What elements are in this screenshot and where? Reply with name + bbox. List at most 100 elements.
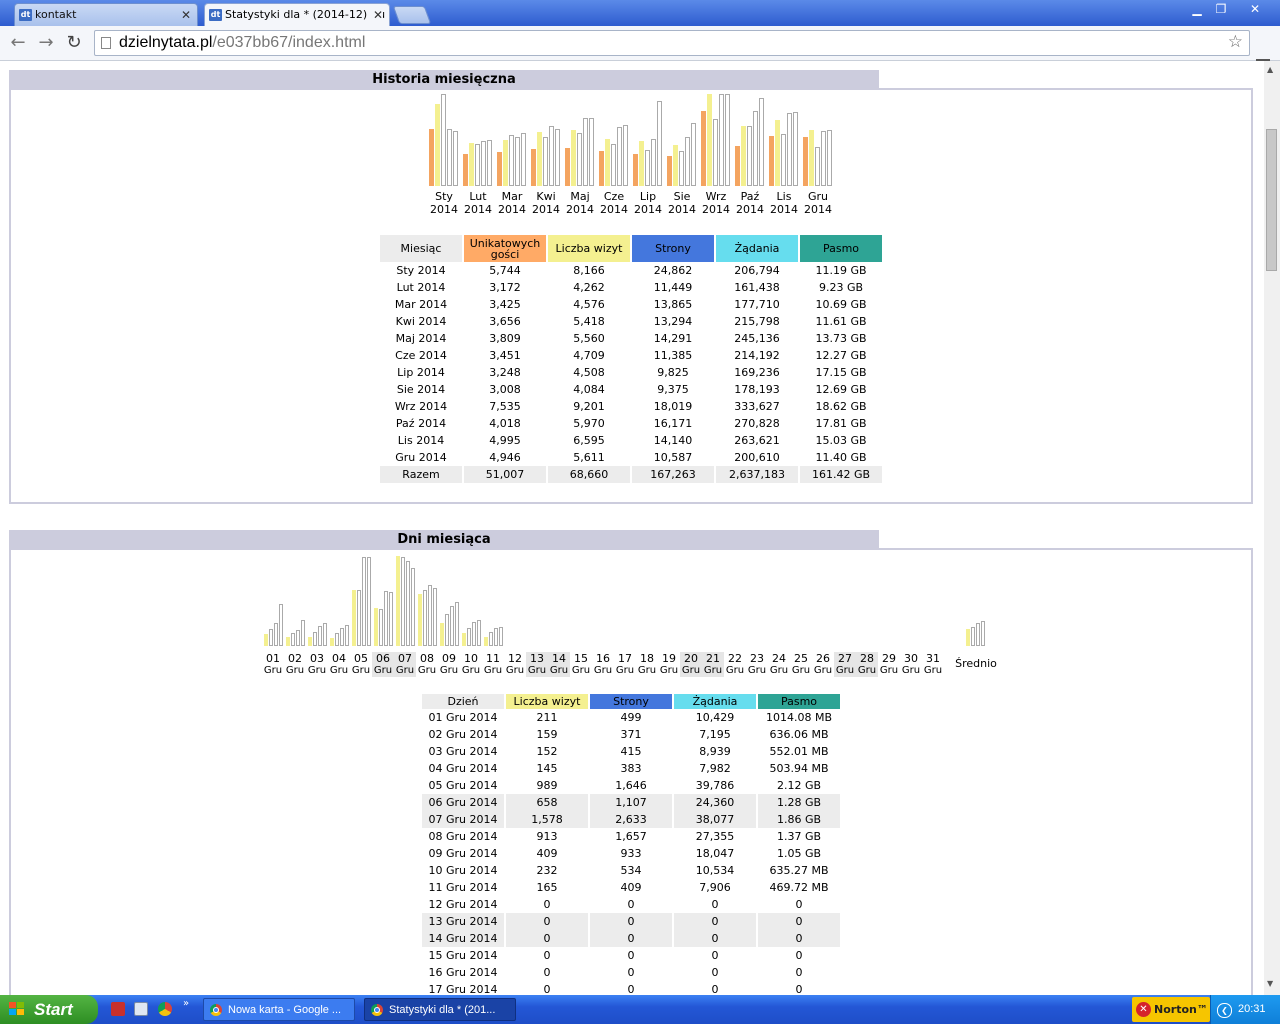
tab-kontakt[interactable]: dt kontakt ✕ [14,3,198,26]
close-window-icon[interactable]: ✕ [1238,0,1272,18]
quicklaunch-app-icon[interactable] [111,1002,125,1016]
table-cell: 7,535 [489,400,521,413]
table-cell: 503.94 MB [769,762,829,775]
chart-bar [497,152,502,186]
chart-year-label: 2014 [498,203,526,216]
table-cell: 2,633 [590,811,672,828]
scrollbar-thumb[interactable] [1266,129,1277,271]
quicklaunch-more-icon[interactable]: » [183,998,189,1009]
table-cell: 215,798 [734,315,780,328]
chart-year-label: 2014 [566,203,594,216]
total-cell: 167,263 [632,466,714,483]
taskbar-item-new-tab[interactable]: Nowa karta - Google ... [203,998,355,1021]
table-cell: 27,355 [695,830,735,843]
table-cell: 409 [620,881,642,894]
table-cell: 214,192 [734,349,780,362]
table-cell: 1,578 [506,811,588,828]
table-cell: 0 [758,930,840,947]
chart-bar [406,561,410,646]
table-cell: 13.73 GB [815,332,867,345]
bookmark-star-icon[interactable]: ☆ [1228,32,1243,52]
chart-year-label: 2014 [634,203,662,216]
table-row: 13 Gru 2014 0 0 0 0 [422,913,840,930]
daily-section-title: Dni miesiąca [9,530,879,548]
chart-bar [639,141,644,186]
site-favicon-icon: dt [209,9,222,21]
tray-expand-icon[interactable]: ❮ [1217,1003,1232,1018]
table-cell: 270,828 [734,417,780,430]
table-cell: 0 [711,983,719,995]
taskbar-clock[interactable]: 20:31 [1238,995,1266,1024]
chart-bar [345,625,349,646]
tab-strip: dt kontakt ✕ dt Statystyki dla * (2014-1… [0,0,1280,26]
chart-bar [340,628,344,646]
chart-bar [571,130,576,186]
scroll-up-icon[interactable]: ▲ [1267,65,1273,74]
table-cell: 4,946 [489,451,521,464]
chart-bar [453,131,458,186]
chart-bar [657,101,662,186]
table-total-row: Razem 51,007 68,660 167,263 2,637,183 161.42 … [380,466,882,483]
chart-bar [313,632,317,646]
chart-year-label: 2014 [736,203,764,216]
chart-bar [296,630,300,646]
back-arrow-icon[interactable]: ← [8,33,28,53]
average-label: Średnio [955,657,997,670]
table-cell: 5,970 [573,417,605,430]
chart-bar [418,594,422,646]
chart-bar [685,137,690,186]
chart-bar [269,629,273,646]
table-cell: 6,595 [573,434,605,447]
table-cell: 39,786 [695,779,735,792]
table-cell: 10,429 [695,711,735,724]
windows-flag-icon [9,1002,26,1017]
tab-statystyki[interactable]: dt Statystyki dla * (2014-12) - u ✕ [204,3,390,26]
chart-bar [323,623,327,646]
address-bar[interactable]: dzielnytata.pl/e037bb67/index.html ☆ [94,30,1250,56]
chart-bar [759,98,764,186]
taskbar-item-label: Statystyki dla * (201... [389,1004,496,1016]
table-cell: Lip 2014 [397,366,445,379]
table-cell: 4,262 [573,281,605,294]
total-cell: 51,007 [464,466,546,483]
table-cell: 989 [536,779,558,792]
start-button[interactable]: Start [0,995,98,1024]
scroll-down-icon[interactable]: ▼ [1267,979,1273,988]
chart-bar [447,129,452,186]
close-tab-icon[interactable]: ✕ [369,4,383,26]
table-cell: 169,236 [734,366,780,379]
chart-daymonth-label: Gru [769,665,789,676]
url-text[interactable]: dzielnytata.pl/e037bb67/index.html [119,34,365,52]
table-cell: 11.40 GB [815,451,867,464]
chart-year-label: 2014 [532,203,560,216]
chart-daymonth-label: Gru [307,665,327,676]
chart-bar [633,154,638,186]
new-tab-button[interactable] [392,6,432,24]
quicklaunch-chrome-icon[interactable] [158,1002,172,1016]
chart-bar [543,137,548,186]
table-cell: 0 [758,913,840,930]
table-row: 02 Gru 2014 159 371 7,195 636.06 MB [422,726,840,743]
table-cell: 3,248 [489,366,521,379]
close-tab-icon[interactable]: ✕ [181,4,191,26]
table-cell: 02 Gru 2014 [428,728,498,741]
norton-tray-button[interactable]: ✕ Norton™ [1132,997,1210,1022]
reload-icon[interactable]: ↻ [64,33,84,53]
chart-daymonth-label: Gru [263,665,283,676]
taskbar-item-statystyki[interactable]: Statystyki dla * (201... [364,998,516,1021]
table-row: 01 Gru 2014 211 499 10,429 1014.08 MB [422,709,840,726]
restore-icon[interactable]: ❐ [1208,0,1234,18]
forward-arrow-icon[interactable]: → [36,33,56,53]
chart-bar [477,620,481,646]
table-cell: 1,657 [615,830,647,843]
table-cell: 13,865 [653,298,693,311]
minimize-icon[interactable]: ▁ [1184,0,1210,18]
chart-month-label: Lut [469,190,487,203]
table-cell: 14,140 [653,434,693,447]
table-cell: 18,047 [695,847,735,860]
chart-daymonth-label: Gru [923,665,943,676]
table-row: Paź 2014 4,018 5,970 16,171 270,828 17.81 GB [380,415,882,432]
table-row: 14 Gru 2014 0 0 0 0 [422,930,840,947]
vertical-scrollbar[interactable]: ▲ ▼ [1264,61,1280,995]
quicklaunch-desktop-icon[interactable] [134,1002,148,1016]
